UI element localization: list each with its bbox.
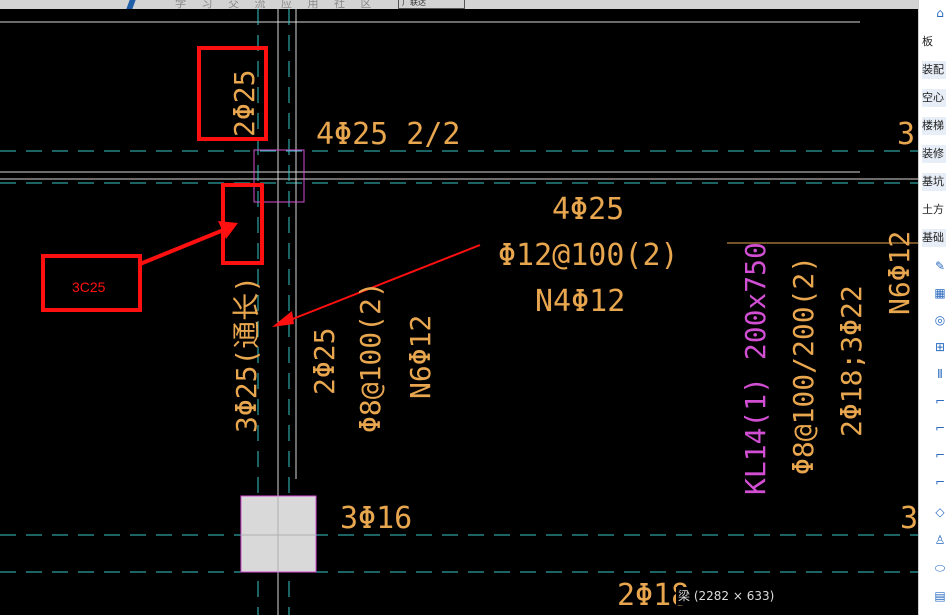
sidebar-item-hollow[interactable]: 空心 [922, 89, 946, 107]
rebar-label-vertical: 2Φ25 [228, 70, 261, 137]
table-icon[interactable]: ▤ [933, 589, 946, 603]
sidebar-item-foundation[interactable]: 基础 [922, 229, 946, 247]
sidebar-item-prefab[interactable]: 装配 [922, 61, 946, 79]
continuous-rebar-label: 3Φ25(通长) [230, 276, 263, 433]
beam-icon[interactable]: Ⅱ [933, 367, 946, 381]
rebar-label: 3Φ16 [340, 501, 412, 536]
top-rebar-label: 4Φ25 2/2 [316, 117, 461, 152]
sidebar-item-slab[interactable]: 板 [922, 33, 946, 51]
title-bar-fragment [126, 0, 136, 9]
pencil-icon[interactable]: ✎ [933, 259, 946, 273]
rebar-label-vertical: 2Φ25 [308, 328, 341, 395]
stair-icon[interactable]: ⌐ [933, 421, 946, 435]
sidebar-item-stair[interactable]: 楼梯 [922, 117, 946, 135]
grid-icon[interactable]: ▦ [933, 286, 946, 300]
drawing-canvas[interactable]: 4Φ25 2/2 4Φ25 Φ12@100(2) N4Φ12 3Φ16 2Φ18… [0, 9, 918, 615]
annotation-text: 3C25 [72, 279, 106, 295]
beam-name-label[interactable]: KL14(1) 200x750 [739, 242, 772, 495]
eraser-icon[interactable]: ◇ [933, 505, 946, 519]
sidebar-item-earthwork[interactable]: 土方 [922, 201, 946, 219]
sidebar-item-pit[interactable]: 基坑 [922, 173, 946, 191]
tool-icon[interactable]: ⌂ [933, 6, 946, 20]
circle-target-icon[interactable]: ◎ [933, 313, 946, 327]
stair-icon[interactable]: ⌐ [933, 394, 946, 408]
rebar-label-fragment: 3 [900, 501, 918, 536]
stair-icon[interactable]: ⌐ [933, 448, 946, 462]
paint-icon[interactable]: ♙ [933, 533, 946, 547]
box-arrow-icon[interactable]: ⊞ [933, 340, 946, 354]
top-bar: 学 习 交 流 应 用 社 区 广联达 [0, 0, 918, 9]
ellipse-icon[interactable]: ⬭ [933, 561, 946, 575]
red-arrow-head [272, 311, 294, 327]
stair-icon[interactable]: ⌐ [933, 475, 946, 489]
side-bar-label-vertical: N6Φ12 [404, 315, 437, 399]
beam-side-bar-label: N6Φ12 [883, 231, 916, 315]
stirrup-label-vertical: Φ8@100(2) [354, 281, 387, 433]
sidebar-item-decoration[interactable]: 装修 [922, 145, 946, 163]
right-toolbar: ⌂ 板 装配 空心 楼梯 装修 基坑 土方 基础 ✎ ▦ ◎ ⊞ Ⅱ ⌐ ⌐ ⌐… [918, 0, 946, 615]
element-tooltip: 梁 (2282 × 633) [676, 587, 777, 605]
logo-fragment: 广联达 [398, 0, 465, 9]
red-arrow [139, 227, 227, 266]
beam-stirrup-label: Φ8@100/200(2) [787, 256, 820, 475]
side-bar-label: N4Φ12 [535, 284, 625, 319]
rebar-label-fragment: 3 [897, 117, 915, 152]
beam-rebar-label: 2Φ18;3Φ22 [835, 285, 868, 437]
stirrup-label: Φ12@100(2) [498, 238, 679, 273]
watermark-text: 学 习 交 流 应 用 社 区 [175, 0, 378, 9]
rebar-label: 4Φ25 [552, 192, 624, 227]
